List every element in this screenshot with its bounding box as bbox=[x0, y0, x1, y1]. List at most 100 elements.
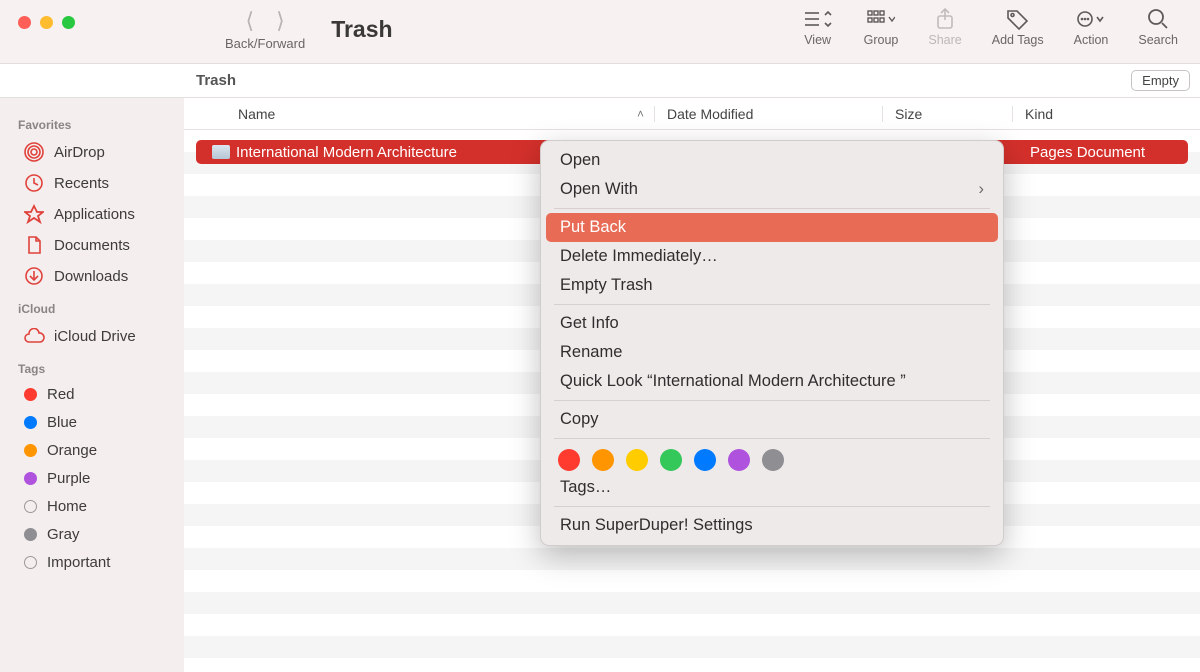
sidebar-item-label: Recents bbox=[54, 175, 109, 192]
column-size[interactable]: Size bbox=[882, 106, 1012, 122]
toolbar-view-label: View bbox=[804, 33, 831, 47]
ctx-superduper[interactable]: Run SuperDuper! Settings bbox=[546, 511, 998, 540]
toolbar-addtags-label: Add Tags bbox=[992, 33, 1044, 47]
ctx-delete-immediately[interactable]: Delete Immediately… bbox=[546, 242, 998, 271]
ctx-label: Empty Trash bbox=[560, 276, 653, 295]
titlebar: ⟨ ⟩ Back/Forward Trash View bbox=[0, 0, 1200, 64]
sidebar-tags-head: Tags bbox=[0, 352, 184, 380]
share-icon bbox=[929, 6, 961, 32]
column-kind-label: Kind bbox=[1025, 106, 1053, 122]
sidebar-item-label: Home bbox=[47, 498, 87, 515]
ctx-label: Open With bbox=[560, 180, 638, 199]
sidebar-item-label: AirDrop bbox=[54, 144, 105, 161]
ctx-label: Rename bbox=[560, 343, 622, 362]
sidebar-item-recents[interactable]: Recents bbox=[6, 168, 178, 198]
column-kind[interactable]: Kind bbox=[1012, 106, 1200, 122]
tag-dot-icon bbox=[24, 388, 37, 401]
tag-color-green[interactable] bbox=[660, 449, 682, 471]
sidebar-item-downloads[interactable]: Downloads bbox=[6, 261, 178, 291]
nav-label: Back/Forward bbox=[225, 36, 305, 51]
sort-indicator-icon: ˄ bbox=[637, 107, 644, 121]
ctx-empty-trash[interactable]: Empty Trash bbox=[546, 271, 998, 300]
cloud-icon bbox=[24, 326, 44, 346]
ctx-separator bbox=[554, 208, 990, 209]
ctx-separator bbox=[554, 400, 990, 401]
ctx-quick-look[interactable]: Quick Look “International Modern Archite… bbox=[546, 367, 998, 396]
tag-color-yellow[interactable] bbox=[626, 449, 648, 471]
close-button[interactable] bbox=[18, 16, 31, 29]
tag-color-orange[interactable] bbox=[592, 449, 614, 471]
empty-trash-button[interactable]: Empty bbox=[1131, 70, 1190, 91]
ctx-open[interactable]: Open bbox=[546, 146, 998, 175]
ctx-tag-colors bbox=[546, 443, 998, 473]
sidebar-item-label: Downloads bbox=[54, 268, 128, 285]
context-menu: Open Open With› Put Back Delete Immediat… bbox=[540, 140, 1004, 546]
sidebar-tag-important[interactable]: Important bbox=[6, 549, 178, 576]
sidebar-item-label: iCloud Drive bbox=[54, 328, 136, 345]
forward-button[interactable]: ⟩ bbox=[276, 8, 285, 34]
document-icon bbox=[24, 235, 44, 255]
applications-icon bbox=[24, 204, 44, 224]
sidebar-item-icloud-drive[interactable]: iCloud Drive bbox=[6, 321, 178, 351]
clock-icon bbox=[24, 173, 44, 193]
ctx-separator bbox=[554, 304, 990, 305]
location-text: Trash bbox=[196, 72, 236, 89]
group-icon bbox=[865, 6, 897, 32]
sidebar-item-label: Blue bbox=[47, 414, 77, 431]
minimize-button[interactable] bbox=[40, 16, 53, 29]
ctx-get-info[interactable]: Get Info bbox=[546, 309, 998, 338]
column-name[interactable]: Name ˄ bbox=[184, 106, 654, 122]
toolbar-share: Share bbox=[928, 6, 961, 47]
tag-icon bbox=[1002, 6, 1034, 32]
sidebar-item-airdrop[interactable]: AirDrop bbox=[6, 137, 178, 167]
sidebar-tag-purple[interactable]: Purple bbox=[6, 465, 178, 492]
ctx-rename[interactable]: Rename bbox=[546, 338, 998, 367]
sidebar-item-applications[interactable]: Applications bbox=[6, 199, 178, 229]
ctx-open-with[interactable]: Open With› bbox=[546, 175, 998, 204]
tag-color-red[interactable] bbox=[558, 449, 580, 471]
tag-color-blue[interactable] bbox=[694, 449, 716, 471]
toolbar-view[interactable]: View bbox=[802, 6, 834, 47]
column-name-label: Name bbox=[238, 106, 275, 122]
sidebar-icloud-head: iCloud bbox=[0, 292, 184, 320]
column-date-label: Date Modified bbox=[667, 106, 753, 122]
sidebar-tag-orange[interactable]: Orange bbox=[6, 437, 178, 464]
toolbar-group[interactable]: Group bbox=[864, 6, 899, 47]
sidebar-item-label: Important bbox=[47, 554, 110, 571]
ctx-label: Quick Look “International Modern Archite… bbox=[560, 372, 906, 391]
ctx-label: Copy bbox=[560, 410, 599, 429]
toolbar-action[interactable]: Action bbox=[1074, 6, 1109, 47]
toolbar-addtags[interactable]: Add Tags bbox=[992, 6, 1044, 47]
tag-dot-icon bbox=[24, 556, 37, 569]
tag-dot-icon bbox=[24, 416, 37, 429]
zoom-button[interactable] bbox=[62, 16, 75, 29]
ctx-separator bbox=[554, 506, 990, 507]
tag-dot-icon bbox=[24, 500, 37, 513]
tag-color-gray[interactable] bbox=[762, 449, 784, 471]
search-icon bbox=[1142, 6, 1174, 32]
column-date[interactable]: Date Modified bbox=[654, 106, 882, 122]
location-bar: Trash Empty bbox=[0, 64, 1200, 98]
sidebar-item-label: Purple bbox=[47, 470, 90, 487]
sidebar-item-documents[interactable]: Documents bbox=[6, 230, 178, 260]
downloads-icon bbox=[24, 266, 44, 286]
ctx-tags[interactable]: Tags… bbox=[546, 473, 998, 502]
sidebar-tag-red[interactable]: Red bbox=[6, 381, 178, 408]
back-button[interactable]: ⟨ bbox=[246, 8, 255, 34]
sidebar-favorites-head: Favorites bbox=[0, 108, 184, 136]
tag-color-purple[interactable] bbox=[728, 449, 750, 471]
action-icon bbox=[1075, 6, 1107, 32]
sidebar-item-label: Applications bbox=[54, 206, 135, 223]
ctx-label: Put Back bbox=[560, 218, 626, 237]
tag-dot-icon bbox=[24, 528, 37, 541]
sidebar: Favorites AirDrop Recents Applications bbox=[0, 98, 184, 672]
ctx-put-back[interactable]: Put Back bbox=[546, 213, 998, 242]
sidebar-tag-gray[interactable]: Gray bbox=[6, 521, 178, 548]
ctx-copy[interactable]: Copy bbox=[546, 405, 998, 434]
column-size-label: Size bbox=[895, 106, 922, 122]
toolbar-search[interactable]: Search bbox=[1138, 6, 1178, 47]
sidebar-tag-home[interactable]: Home bbox=[6, 493, 178, 520]
column-headers: Name ˄ Date Modified Size Kind bbox=[184, 98, 1200, 130]
airdrop-icon bbox=[24, 142, 44, 162]
sidebar-tag-blue[interactable]: Blue bbox=[6, 409, 178, 436]
